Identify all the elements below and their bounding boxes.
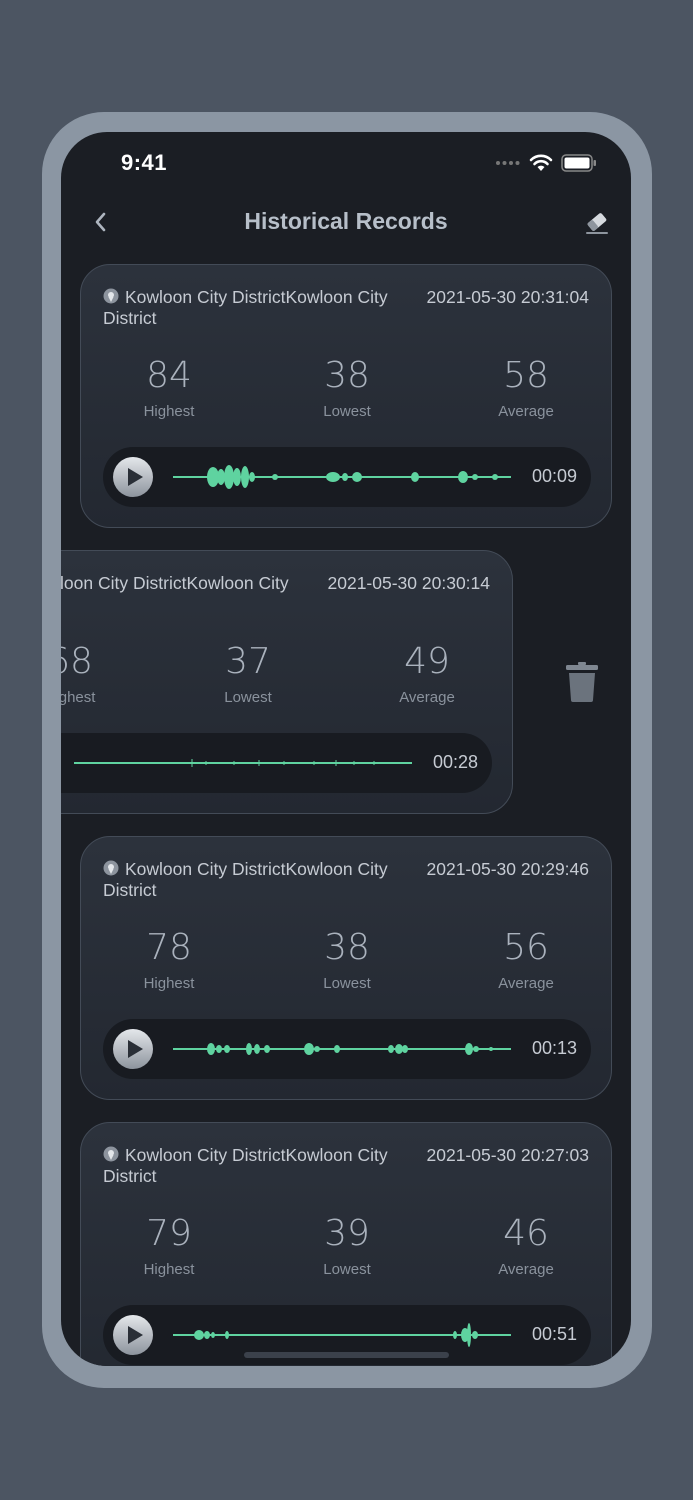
lowest-label: Lowest	[323, 403, 371, 420]
highest-value: 84	[146, 355, 192, 396]
location-pin-icon	[103, 1146, 119, 1162]
average-stat: 56 Average	[451, 927, 601, 993]
record-card[interactable]: Kowloon City DistrictKowloon City Distri…	[80, 1122, 612, 1366]
highest-label: Highest	[143, 975, 195, 992]
lowest-stat: 39 Lowest	[272, 1213, 422, 1279]
duration-label: 00:28	[432, 752, 478, 772]
lowest-label: Lowest	[323, 975, 371, 992]
waveform[interactable]	[173, 1034, 511, 1064]
average-label: Average	[498, 975, 554, 992]
record-location: Kowloon City DistrictKowloon City Distri…	[61, 573, 289, 593]
average-label: Average	[498, 403, 554, 420]
average-value: 58	[503, 355, 549, 396]
average-label: Average	[399, 689, 455, 706]
audio-player: 00:28	[61, 733, 492, 793]
location-pin-icon	[103, 288, 119, 304]
average-value: 49	[404, 641, 450, 682]
highest-stat: 79 Highest	[94, 1213, 244, 1279]
highest-value: 68	[61, 641, 93, 682]
record-datetime: 2021-05-30 20:31:04	[426, 287, 590, 307]
highest-label: Highest	[61, 689, 96, 706]
record-location: Kowloon City DistrictKowloon City Distri…	[103, 287, 388, 328]
waveform[interactable]	[173, 1320, 511, 1350]
battery-icon	[561, 154, 596, 172]
play-button[interactable]	[113, 457, 153, 497]
record-datetime: 2021-05-30 20:30:14	[327, 573, 491, 593]
page-title: Historical Records	[244, 208, 448, 234]
average-value: 56	[503, 927, 549, 968]
trash-icon	[566, 662, 598, 702]
duration-label: 00:09	[531, 466, 577, 486]
wifi-icon	[529, 154, 553, 171]
record-card-swiped[interactable]: Kowloon City DistrictKowloon City Distri…	[61, 550, 513, 814]
lowest-value: 38	[324, 927, 370, 968]
lowest-label: Lowest	[224, 689, 272, 706]
highest-label: Highest	[143, 1261, 195, 1278]
location-pin-icon	[103, 860, 119, 876]
clear-records-button[interactable]	[583, 208, 611, 236]
play-button[interactable]	[113, 1315, 153, 1355]
highest-label: Highest	[143, 403, 195, 420]
lowest-stat: 38 Lowest	[272, 355, 422, 421]
record-location: Kowloon City DistrictKowloon City Distri…	[103, 859, 388, 900]
audio-player: 00:13	[103, 1019, 591, 1079]
average-value: 46	[503, 1213, 549, 1254]
waveform[interactable]	[173, 462, 511, 492]
cellular-signal-icon	[496, 161, 520, 165]
lowest-stat: 37 Lowest	[173, 641, 323, 707]
average-stat: 49 Average	[352, 641, 502, 707]
app-screen: 9:41 Historical Records Kowloon City Dis…	[61, 132, 631, 1366]
lowest-label: Lowest	[323, 1261, 371, 1278]
highest-stat: 68 Highest	[61, 641, 145, 707]
lowest-value: 39	[324, 1213, 370, 1254]
lowest-value: 38	[324, 355, 370, 396]
highest-value: 78	[146, 927, 192, 968]
highest-value: 79	[146, 1213, 192, 1254]
lowest-stat: 38 Lowest	[272, 927, 422, 993]
status-time: 9:41	[121, 150, 168, 175]
average-label: Average	[498, 1261, 554, 1278]
average-stat: 58 Average	[451, 355, 601, 421]
delete-button[interactable]	[566, 660, 598, 704]
duration-label: 00:51	[531, 1324, 577, 1344]
record-card[interactable]: Kowloon City DistrictKowloon City Distri…	[80, 264, 612, 528]
waveform[interactable]	[74, 748, 412, 778]
highest-stat: 84 Highest	[94, 355, 244, 421]
duration-label: 00:13	[531, 1038, 577, 1058]
record-datetime: 2021-05-30 20:27:03	[426, 1145, 590, 1165]
play-button[interactable]	[113, 1029, 153, 1069]
highest-stat: 78 Highest	[94, 927, 244, 993]
eraser-icon	[586, 213, 608, 234]
home-indicator	[244, 1352, 449, 1358]
status-icons	[495, 152, 597, 174]
lowest-value: 37	[225, 641, 271, 682]
average-stat: 46 Average	[451, 1213, 601, 1279]
audio-player: 00:09	[103, 447, 591, 507]
record-datetime: 2021-05-30 20:29:46	[426, 859, 590, 879]
record-card[interactable]: Kowloon City DistrictKowloon City Distri…	[80, 836, 612, 1100]
record-location: Kowloon City DistrictKowloon City Distri…	[103, 1145, 388, 1186]
